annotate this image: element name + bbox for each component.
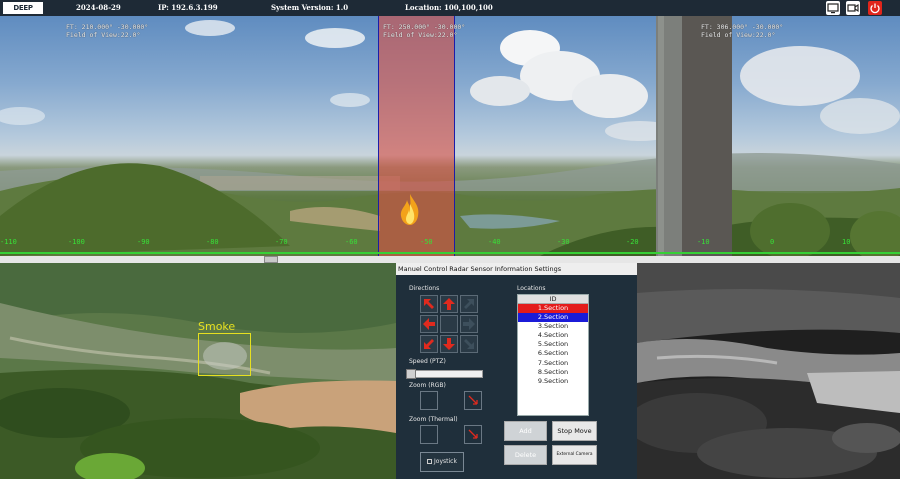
- locations-label: Locations: [517, 285, 546, 292]
- location-row[interactable]: 4.Section: [518, 331, 588, 340]
- location-text: Location: 100,100,100: [405, 3, 493, 12]
- zoom-diagonal-arrow-icon: [468, 395, 478, 405]
- arrow-up-right-icon: [464, 299, 474, 309]
- version-text: System Version: 1.0: [271, 3, 349, 12]
- down-button[interactable]: [440, 335, 458, 353]
- date-text: 2024-08-29: [76, 3, 121, 12]
- right-button[interactable]: [460, 315, 478, 333]
- fov-line1: FT: 306.000° -30.000°: [701, 23, 784, 31]
- fov-readout-center: FT: 250.000° -30.000° Field of View:22.0…: [383, 23, 465, 39]
- up-button[interactable]: [440, 295, 458, 313]
- down-right-button[interactable]: [460, 335, 478, 353]
- panorama-scrollbar[interactable]: [0, 256, 900, 263]
- fire-icon: [400, 194, 419, 225]
- azimuth-tick-label: 0: [770, 238, 775, 246]
- camera-button[interactable]: [846, 1, 860, 15]
- locations-header: ID: [518, 295, 588, 304]
- monitor-button[interactable]: [826, 1, 840, 15]
- fov-readout-right: FT: 306.000° -30.000° Field of View:22.0…: [701, 23, 783, 39]
- zoom-rgb-in-button[interactable]: [464, 391, 482, 410]
- zoom-rgb-label: Zoom (RGB): [409, 382, 446, 389]
- top-bar: DEEP 2024-08-29 IP: 192.6.3.199 System V…: [0, 0, 900, 16]
- left-button[interactable]: [420, 315, 438, 333]
- azimuth-tick-label: -90: [137, 238, 150, 246]
- zoom-thermal-out-button[interactable]: [420, 425, 438, 444]
- azimuth-tick-label: -10: [697, 238, 710, 246]
- azimuth-tick-label: 10: [842, 238, 851, 246]
- detection-label: Smoke: [198, 320, 236, 333]
- joystick-checkbox[interactable]: Joystick: [420, 452, 464, 472]
- stop-move-button[interactable]: Stop Move: [552, 421, 597, 441]
- azimuth-tick-label: -30: [557, 238, 570, 246]
- speed-slider[interactable]: [410, 370, 483, 378]
- location-row[interactable]: 8.Section: [518, 368, 588, 377]
- joystick-label: Joystick: [434, 458, 457, 465]
- speed-label: Speed (PTZ): [409, 358, 446, 365]
- azimuth-tick-label: -110: [0, 238, 17, 246]
- thermal-camera-view[interactable]: [637, 263, 900, 479]
- down-left-button[interactable]: [420, 335, 438, 353]
- fov-line1: FT: 250.000° -30.000°: [383, 23, 466, 31]
- add-button[interactable]: Add: [504, 421, 547, 441]
- up-left-button[interactable]: [420, 295, 438, 313]
- arrow-down-icon: [443, 338, 455, 350]
- zoom-thermal-in-button[interactable]: [464, 425, 482, 444]
- up-right-button[interactable]: [460, 295, 478, 313]
- direction-pad: [420, 295, 478, 353]
- locations-list[interactable]: ID 1.Section 2.Section 3.Section 4.Section 5…: [517, 294, 589, 416]
- azimuth-tick-label: -100: [68, 238, 85, 246]
- location-row[interactable]: 1.Section: [518, 304, 588, 314]
- azimuth-tick-label: -60: [345, 238, 358, 246]
- menu-bar[interactable]: Manuel Control Radar Sensor Information …: [396, 263, 637, 275]
- rgb-camera-view[interactable]: Smoke: [0, 263, 396, 479]
- ip-text: IP: 192.6.3.199: [158, 3, 218, 12]
- fov-line2: Field of View:22.0°: [701, 31, 776, 39]
- location-row[interactable]: 6.Section: [518, 349, 588, 358]
- speed-slider-thumb[interactable]: [406, 369, 416, 379]
- azimuth-tick-label: -80: [206, 238, 219, 246]
- camera-icon: [847, 3, 859, 13]
- external-camera-button[interactable]: External Camera: [552, 445, 597, 465]
- panorama-view[interactable]: FT: 210.000° -30.000° Field of View:22.0…: [0, 16, 900, 256]
- location-row[interactable]: 5.Section: [518, 340, 588, 349]
- fov-line2: Field of View:22.0°: [383, 31, 458, 39]
- joystick-checkbox-box[interactable]: [427, 459, 433, 464]
- azimuth-tick-label: -20: [626, 238, 639, 246]
- logo: DEEP: [3, 2, 43, 14]
- arrow-right-icon: [463, 318, 475, 330]
- fov-line2: Field of View:22.0°: [66, 31, 141, 39]
- directions-label: Directions: [409, 285, 440, 292]
- azimuth-tick-label: -40: [488, 238, 501, 246]
- arrow-down-right-icon: [464, 339, 474, 349]
- delete-button[interactable]: Delete: [504, 445, 547, 465]
- detection-box: [198, 333, 251, 376]
- power-icon: [870, 3, 880, 14]
- zoom-rgb-out-button[interactable]: [420, 391, 438, 410]
- zoom-diagonal-arrow-icon: [468, 429, 478, 439]
- fov-line1: FT: 210.000° -30.000°: [66, 23, 149, 31]
- azimuth-tick-label: -70: [275, 238, 288, 246]
- azimuth-scale-line: [0, 252, 900, 254]
- control-panel: Manuel Control Radar Sensor Information …: [396, 263, 637, 479]
- location-row[interactable]: 7.Section: [518, 359, 588, 368]
- monitor-icon: [827, 3, 839, 14]
- arrow-left-icon: [423, 318, 435, 330]
- thermal-landscape: [637, 263, 900, 479]
- power-button[interactable]: [868, 1, 882, 15]
- arrow-up-icon: [443, 298, 455, 310]
- arrow-up-left-icon: [424, 299, 434, 309]
- location-row[interactable]: 9.Section: [518, 377, 588, 386]
- arrow-down-left-icon: [424, 339, 434, 349]
- zoom-thermal-label: Zoom (Thermal): [409, 416, 458, 423]
- panorama-scrollbar-thumb[interactable]: [264, 256, 278, 263]
- location-row[interactable]: 3.Section: [518, 322, 588, 331]
- center-button[interactable]: [440, 315, 458, 333]
- azimuth-tick-label: -50: [420, 238, 433, 246]
- fov-readout-left: FT: 210.000° -30.000° Field of View:22.0…: [66, 23, 148, 39]
- location-row[interactable]: 2.Section: [518, 313, 588, 323]
